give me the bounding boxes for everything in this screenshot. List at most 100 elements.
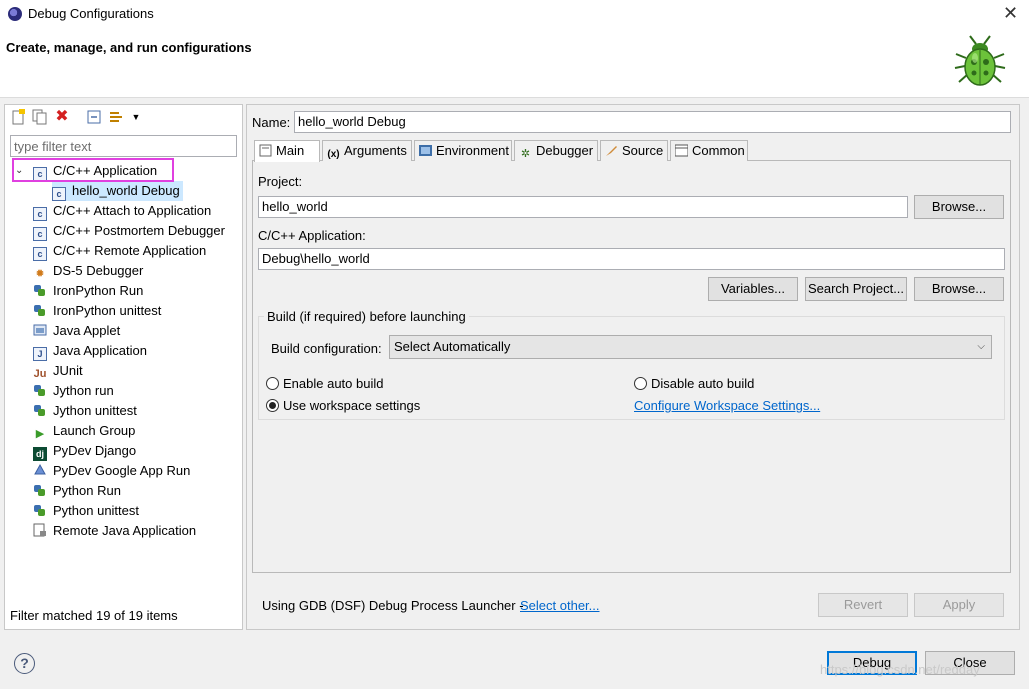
- django-icon: dj: [33, 447, 47, 461]
- tree-item-label: Jython run: [53, 383, 114, 398]
- close-icon[interactable]: ✕: [1003, 3, 1018, 24]
- app-label: C/C++ Application:: [258, 228, 366, 243]
- disable-auto-build-radio[interactable]: Disable auto build: [634, 376, 754, 392]
- tree-item-label: Launch Group: [53, 423, 136, 438]
- apply-button[interactable]: Apply: [914, 593, 1004, 617]
- watermark: https://blog.csdn.net/redday: [820, 662, 980, 677]
- tab-environment[interactable]: Environment: [414, 140, 512, 161]
- tree-item-label: PyDev Google App Run: [53, 463, 191, 478]
- python-icon: [33, 403, 47, 417]
- tree-item-jython-unittest[interactable]: Jython unittest: [33, 401, 137, 421]
- new-config-icon[interactable]: [10, 109, 26, 125]
- name-label: Name:: [252, 115, 291, 130]
- tree-item-label: C/C++ Attach to Application: [53, 203, 212, 218]
- tree-item-label: IronPython unittest: [53, 303, 162, 318]
- tree-item-java-applet[interactable]: Java Applet: [33, 321, 120, 341]
- tree-item-pydev-google-app-run[interactable]: PyDev Google App Run: [33, 461, 190, 481]
- launcher-text: Using GDB (DSF) Debug Process Launcher -: [262, 598, 524, 613]
- tree-item-label: JUnit: [53, 363, 83, 378]
- applet-icon: [33, 323, 47, 337]
- tree-item-jython-run[interactable]: Jython run: [33, 381, 114, 401]
- tree-item-ds5-debugger[interactable]: ✹ DS-5 Debugger: [33, 261, 143, 281]
- tree-item-cpp-remote[interactable]: c C/C++ Remote Application: [33, 241, 206, 261]
- header-banner: Create, manage, and run configurations: [0, 28, 1029, 98]
- tree-item-label: Python Run: [53, 483, 121, 498]
- python-icon: [33, 503, 47, 517]
- tab-source[interactable]: Source: [600, 140, 668, 161]
- tree-item-label: DS-5 Debugger: [53, 263, 144, 278]
- app-browse-button[interactable]: Browse...: [914, 277, 1004, 301]
- tree-item-python-run[interactable]: Python Run: [33, 481, 121, 501]
- app-field[interactable]: Debug\hello_world: [258, 248, 1005, 270]
- tree-item-cpp-postmortem[interactable]: c C/C++ Postmortem Debugger: [33, 221, 225, 241]
- use-workspace-radio[interactable]: Use workspace settings: [266, 398, 420, 414]
- title-bar: Debug Configurations ✕: [0, 0, 1029, 28]
- python-icon: [33, 283, 47, 297]
- debug-bug-icon: [954, 35, 1006, 86]
- tree-item-remote-java-application[interactable]: Remote Java Application: [33, 521, 196, 541]
- tree-item-label: Remote Java Application: [53, 523, 197, 538]
- tab-arguments[interactable]: (x) Arguments: [322, 140, 412, 161]
- java-icon: J: [33, 347, 47, 361]
- common-icon: [674, 144, 689, 157]
- environment-icon: [419, 144, 432, 157]
- build-config-select[interactable]: Select Automatically ⌵: [389, 335, 992, 359]
- project-browse-button[interactable]: Browse...: [914, 195, 1004, 219]
- help-icon[interactable]: ?: [14, 653, 35, 674]
- tree-item-ironpython-run[interactable]: IronPython Run: [33, 281, 143, 301]
- tab-main[interactable]: Main: [254, 140, 320, 162]
- tree-item-launch-group[interactable]: ▶ Launch Group: [33, 421, 136, 441]
- configure-workspace-link[interactable]: Configure Workspace Settings...: [634, 398, 820, 413]
- tree-item-python-unittest[interactable]: Python unittest: [33, 501, 139, 521]
- build-group-title: Build (if required) before launching: [264, 309, 469, 324]
- enable-auto-build-radio[interactable]: Enable auto build: [266, 376, 383, 392]
- tree-item-hello-world-debug[interactable]: c hello_world Debug: [52, 181, 183, 201]
- gear-icon: ✹: [35, 268, 45, 280]
- tree-item-label: Jython unittest: [53, 403, 137, 418]
- c-app-icon: c: [33, 227, 47, 241]
- highlight-box: [12, 158, 174, 182]
- tree-item-label: C/C++ Postmortem Debugger: [53, 223, 225, 238]
- source-icon: [605, 144, 618, 157]
- collapse-all-icon[interactable]: [86, 109, 102, 125]
- tab-common[interactable]: Common: [670, 140, 748, 161]
- build-config-label: Build configuration:: [271, 341, 382, 356]
- tree-item-java-application[interactable]: J Java Application: [33, 341, 147, 361]
- filter-input[interactable]: [10, 135, 237, 157]
- tree-item-junit[interactable]: Ju JUnit: [33, 361, 83, 381]
- name-field[interactable]: hello_world Debug: [294, 111, 1011, 133]
- project-field[interactable]: hello_world: [258, 196, 908, 218]
- c-app-icon: c: [52, 187, 66, 201]
- python-icon: [33, 383, 47, 397]
- search-project-button[interactable]: Search Project...: [805, 277, 907, 301]
- tree-item-ironpython-unittest[interactable]: IronPython unittest: [33, 301, 161, 321]
- tree-item-label: Python unittest: [53, 503, 139, 518]
- variables-button[interactable]: Variables...: [708, 277, 798, 301]
- junit-icon: Ju: [33, 368, 47, 380]
- launch-group-icon: ▶: [35, 428, 45, 440]
- window-title: Debug Configurations: [28, 6, 154, 21]
- chevron-down-icon[interactable]: ▼: [128, 109, 144, 125]
- revert-button[interactable]: Revert: [818, 593, 908, 617]
- eclipse-icon: [8, 7, 22, 21]
- tree-item-pydev-django[interactable]: dj PyDev Django: [33, 441, 136, 461]
- delete-config-icon[interactable]: ✖: [54, 109, 70, 125]
- tree-item-cpp-attach[interactable]: c C/C++ Attach to Application: [33, 201, 211, 221]
- tree-item-label: Java Applet: [53, 323, 121, 338]
- tree-item-label: C/C++ Remote Application: [53, 243, 207, 258]
- tree-item-label: hello_world Debug: [72, 183, 180, 198]
- tree-item-label: IronPython Run: [53, 283, 144, 298]
- google-app-icon: [33, 463, 47, 477]
- c-app-icon: c: [33, 207, 47, 221]
- debugger-bug-icon: ✲: [520, 148, 531, 160]
- duplicate-config-icon[interactable]: [32, 109, 48, 125]
- python-icon: [33, 483, 47, 497]
- filter-status: Filter matched 19 of 19 items: [10, 608, 178, 623]
- arguments-icon: (x): [327, 149, 340, 160]
- tab-debugger[interactable]: ✲ Debugger: [514, 140, 598, 161]
- filter-icon[interactable]: [108, 109, 124, 125]
- remote-java-icon: [33, 523, 47, 537]
- select-other-link[interactable]: Select other...: [520, 598, 600, 613]
- python-icon: [33, 303, 47, 317]
- chevron-down-icon: ⌵: [977, 341, 985, 352]
